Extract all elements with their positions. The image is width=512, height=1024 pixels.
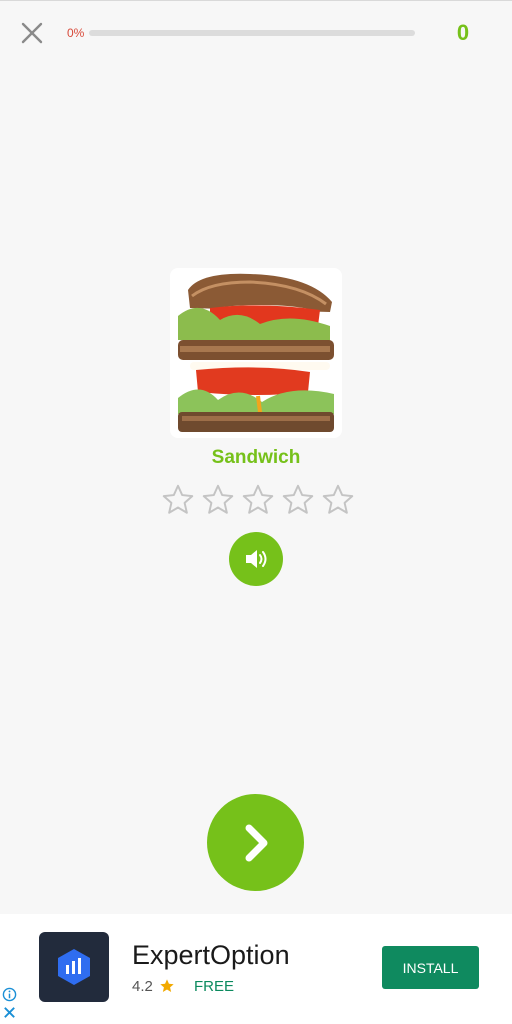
sandwich-image xyxy=(170,268,342,438)
ad-banner[interactable]: ExpertOption 4.2 FREE INSTALL xyxy=(0,914,512,1024)
top-divider xyxy=(0,0,512,1)
star-icon xyxy=(162,484,194,514)
star-icon xyxy=(160,979,174,992)
app-name[interactable]: ExpertOption xyxy=(132,940,290,971)
word-label: Sandwich xyxy=(211,447,301,468)
app-icon[interactable] xyxy=(39,932,109,1002)
speaker-icon xyxy=(246,550,267,568)
progress-percent: 0% xyxy=(67,26,85,40)
play-sound-button[interactable] xyxy=(229,532,283,586)
app-price: FREE xyxy=(194,978,235,995)
progress-bar xyxy=(89,30,415,36)
install-button[interactable]: INSTALL xyxy=(382,946,479,989)
next-button[interactable] xyxy=(207,794,304,891)
ad-info-icon[interactable] xyxy=(2,987,17,1002)
star-rating xyxy=(160,482,356,518)
app-rating: 4.2 xyxy=(132,978,153,995)
star-icon xyxy=(242,484,274,514)
ad-close-icon[interactable] xyxy=(2,1005,17,1020)
star-icon xyxy=(282,484,314,514)
close-icon[interactable] xyxy=(18,19,46,47)
score-counter: 0 xyxy=(456,20,470,45)
star-icon xyxy=(202,484,234,514)
star-icon xyxy=(322,484,354,514)
chevron-right-icon xyxy=(245,824,267,861)
expertoption-logo-icon xyxy=(58,949,90,985)
